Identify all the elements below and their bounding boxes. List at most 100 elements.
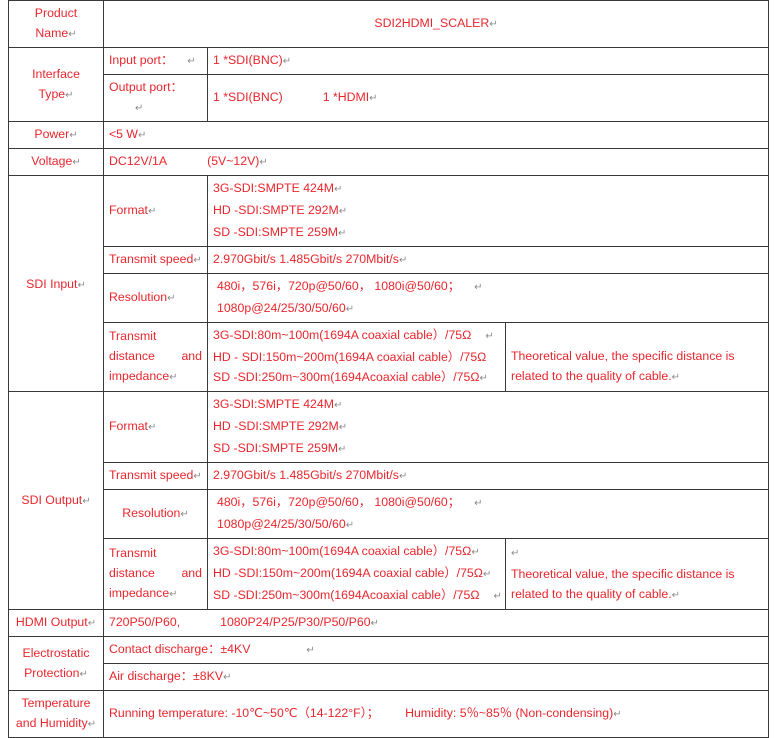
cell-output-port-value: 1 *SDI(BNC) 1 *HDMI↵	[207, 74, 769, 122]
pilcrow-icon: ↵	[306, 645, 315, 656]
pilcrow-icon: ↵	[169, 372, 178, 383]
row-label-sdi-input: SDI Input↵	[8, 175, 104, 392]
pilcrow-icon: ↵	[369, 93, 378, 104]
table-row-sdi-output-format: SDI Output↵ Format↵ 3G-SDI:SMPTE 424M↵ H…	[8, 391, 769, 610]
row-label-hdmi-output: HDMI Output↵	[8, 609, 104, 637]
row-label-temperature: Temperature and Humidity↵	[8, 690, 104, 738]
cell-sdi-output-distance-label: Transmit distance and impedance↵	[103, 538, 208, 610]
cell-air-discharge: Air discharge：±8KV↵	[103, 663, 769, 691]
pilcrow-icon: ↵	[68, 29, 77, 40]
cell-sdi-output-format-label: Format↵	[103, 391, 208, 463]
pilcrow-icon: ↵	[169, 589, 178, 600]
pilcrow-icon: ↵	[493, 591, 502, 602]
pilcrow-icon: ↵	[138, 130, 147, 141]
table-row-sdi-input-resolution: Resolution↵ 480i，576i，720p@50/60， 1080i@…	[9, 273, 769, 323]
table-row-interface-input: Interface Type↵ Input port： ↵ 1 *SDI(BNC)…	[8, 47, 769, 122]
page-title: SDI2HDMI_SCALER	[374, 16, 490, 30]
cell-sdi-input-speed-label: Transmit speed↵	[103, 246, 208, 274]
pilcrow-icon: ↵	[482, 569, 492, 580]
pilcrow-icon: ↵	[65, 89, 74, 101]
table-row-voltage: Voltage↵ DC12V/1A (5V~12V)↵	[8, 148, 769, 176]
cell-sdi-output-distance-note: ↵ Theoretical value, the specific distan…	[505, 538, 769, 610]
cell-contact-discharge: Contact discharge：±4KV ↵	[103, 636, 769, 664]
pilcrow-icon: ↵	[474, 282, 483, 293]
cell-sdi-output-resolution-label: Resolution↵	[103, 489, 208, 539]
pilcrow-icon: ↵	[489, 19, 498, 30]
cell-sdi-output-distance-value: 3G-SDI:80m~100m(1694A coaxial cable）/75Ω…	[207, 538, 506, 610]
table-row-hdmi-output: HDMI Output↵ 720P50/P60, 1080P24/P25/P30/…	[8, 609, 769, 637]
pilcrow-icon: ↵	[338, 422, 348, 433]
table-row-sdi-output-speed: Transmit speed↵ 2.970Gbit/s 1.485Gbit/s …	[9, 462, 769, 490]
pilcrow-icon: ↵	[671, 590, 681, 601]
pilcrow-icon: ↵	[479, 373, 488, 384]
row-label-electrostatic: Electrostatic Protection↵	[8, 636, 104, 691]
table-row-sdi-input-distance: Transmit distance and impedance↵ 3G-SDI:…	[9, 322, 769, 392]
row-label-voltage: Voltage↵	[8, 148, 104, 176]
cell-input-port-value: 1 *SDI(BNC)↵	[207, 47, 769, 75]
row-label-sdi-output: SDI Output↵	[8, 391, 104, 610]
pilcrow-icon: ↵	[338, 444, 347, 455]
cell-sdi-input-distance-label: Transmit distance and impedance↵	[103, 322, 208, 392]
table-row-product-name: Product Name↵ SDI2HDMI_SCALER↵	[8, 0, 769, 48]
cell-input-port-label: Input port： ↵	[103, 47, 208, 75]
pilcrow-icon: ↵	[147, 206, 157, 217]
product-name-label-line2: Name↵	[35, 26, 77, 40]
pilcrow-icon: ↵	[370, 618, 379, 629]
document-page: Product Name↵ SDI2HDMI_SCALER↵ Interface…	[0, 0, 774, 738]
table-row-sdi-output-distance: Transmit distance and impedance↵ 3G-SDI:…	[9, 538, 769, 610]
cell-sdi-input-format-label: Format↵	[103, 175, 208, 247]
pilcrow-icon: ↵	[193, 255, 202, 266]
cell-output-port-label: Output port：↵	[103, 74, 208, 122]
pilcrow-icon: ↵	[77, 280, 86, 291]
pilcrow-icon: ↵	[167, 293, 176, 304]
cell-temperature-humidity-value: Running temperature: -10℃~50℃（14-122°F）；…	[103, 690, 769, 738]
pilcrow-icon: ↵	[338, 206, 348, 217]
pilcrow-icon: ↵	[187, 56, 196, 67]
cell-sdi-output-resolution-value: 480i，576i，720p@50/60， 1080i@50/60； ↵ 1080…	[207, 489, 769, 539]
row-label-interface-type: Interface Type↵	[8, 47, 104, 122]
pilcrow-icon: ↵	[72, 157, 81, 168]
table-row-power: Power↵ <5 W↵	[8, 121, 769, 149]
pilcrow-icon: ↵	[193, 471, 202, 482]
pilcrow-icon: ↵	[613, 709, 622, 720]
cell-sdi-input-speed-value: 2.970Gbit/s 1.485Gbit/s 270Mbit/s↵	[207, 246, 769, 274]
pilcrow-icon: ↵	[671, 372, 681, 383]
table-row-sdi-output-resolution: Resolution↵ 480i，576i，720p@50/60， 1080i@…	[9, 489, 769, 539]
pilcrow-icon: ↵	[135, 103, 144, 114]
pilcrow-icon: ↵	[333, 184, 343, 195]
pilcrow-icon: ↵	[282, 56, 292, 67]
table-row-sdi-input-format: SDI Input↵ Format↵ 3G-SDI:SMPTE 424M↵ HD…	[8, 175, 769, 392]
pilcrow-icon: ↵	[87, 618, 97, 629]
pilcrow-icon: ↵	[485, 331, 494, 342]
cell-sdi-output-speed-label: Transmit speed↵	[103, 462, 208, 490]
pilcrow-icon: ↵	[474, 498, 483, 509]
cell-sdi-input-distance-value: 3G-SDI:80m~100m(1694A coaxial cable）/75Ω…	[207, 322, 506, 392]
product-name-value-cell: SDI2HDMI_SCALER↵	[103, 0, 769, 48]
pilcrow-icon: ↵	[180, 509, 189, 520]
table-row-electrostatic-contact: Electrostatic Protection↵ Contact discha…	[8, 636, 769, 691]
table-row-interface-output: Output port：↵ 1 *SDI(BNC) 1 *HDMI↵	[9, 74, 769, 122]
product-name-label-line1: Product	[34, 6, 78, 20]
row-label-power: Power↵	[8, 121, 104, 149]
cell-sdi-input-resolution-value: 480i，576i，720p@50/60， 1080i@50/60； ↵ 1080…	[207, 273, 769, 323]
table-row-electrostatic-air: Air discharge：±8KV↵	[9, 663, 769, 691]
pilcrow-icon: ↵	[511, 548, 520, 559]
pilcrow-icon: ↵	[69, 130, 78, 141]
cell-sdi-input-resolution-label: Resolution↵	[103, 273, 208, 323]
row-label-product-name: Product Name↵	[8, 0, 104, 48]
cell-hdmi-output-value: 720P50/P60, 1080P24/P25/P30/P50/P60↵	[103, 609, 769, 637]
cell-sdi-output-format-value: 3G-SDI:SMPTE 424M↵ HD -SDI:SMPTE 292M↵ S…	[207, 391, 769, 463]
table-row-temperature-humidity: Temperature and Humidity↵ Running temper…	[8, 690, 769, 738]
pilcrow-icon: ↵	[333, 400, 343, 411]
pilcrow-icon: ↵	[147, 422, 157, 433]
pilcrow-icon: ↵	[345, 520, 355, 531]
specification-table: Product Name↵ SDI2HDMI_SCALER↵ Interface…	[8, 0, 769, 738]
pilcrow-icon: ↵	[471, 547, 480, 558]
cell-voltage-value: DC12V/1A (5V~12V)↵	[103, 148, 769, 176]
pilcrow-icon: ↵	[338, 228, 347, 239]
cell-sdi-output-speed-value: 2.970Gbit/s 1.485Gbit/s 270Mbit/s↵	[207, 462, 769, 490]
pilcrow-icon: ↵	[398, 471, 408, 482]
cell-sdi-input-distance-note: Theoretical value, the specific distance…	[505, 322, 769, 392]
pilcrow-icon: ↵	[87, 719, 97, 730]
pilcrow-icon: ↵	[82, 495, 91, 507]
